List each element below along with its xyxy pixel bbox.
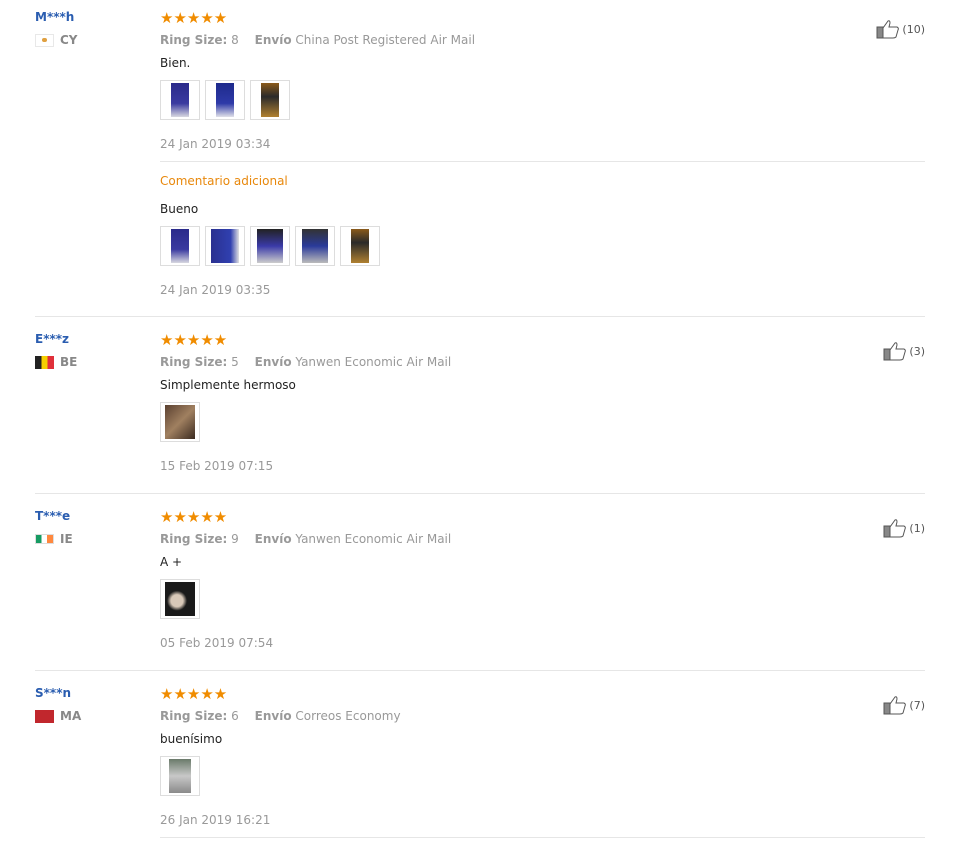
reviewer-info: S***n MA [35, 686, 155, 723]
reviewer-name: S***n [35, 686, 72, 700]
shipping-label: Envío [254, 709, 292, 723]
review-body: ★★★★★ Ring Size: 9 Envío Yanwen Economic… [160, 509, 925, 650]
review-body: ★★★★★ Ring Size: 6 Envío Correos Economy… [160, 686, 925, 838]
additional-comment-text: Bueno [160, 202, 199, 216]
reviewer-info: T***e IE [35, 509, 155, 546]
additional-images [160, 226, 925, 266]
review-image-thumb[interactable] [295, 226, 335, 266]
reviewer-country: MA [35, 709, 155, 723]
review-date: 05 Feb 2019 07:54 [160, 636, 274, 650]
helpful-count: (7) [909, 698, 925, 712]
ring-size-label: Ring Size: [160, 709, 228, 723]
star-rating: ★★★★★ [160, 508, 228, 526]
helpful-button[interactable]: (10) [876, 19, 925, 39]
thumbs-up-icon [883, 519, 907, 538]
review-separator [35, 316, 925, 317]
reviewer-info: E***z BE [35, 332, 155, 369]
reviewer-country: IE [35, 532, 155, 546]
additional-comment-label: Comentario adicional [160, 174, 288, 188]
review-body: ★★★★★ Ring Size: 5 Envío Yanwen Economic… [160, 332, 925, 473]
country-code: CY [60, 33, 78, 47]
ring-size-value: 8 [231, 33, 239, 47]
ring-size-label: Ring Size: [160, 355, 228, 369]
review-date: 15 Feb 2019 07:15 [160, 459, 274, 473]
review-meta: Ring Size: 9 Envío Yanwen Economic Air M… [160, 532, 925, 546]
review-image-thumb[interactable] [250, 80, 290, 120]
flag-icon [35, 33, 54, 47]
shipping-label: Envío [254, 355, 292, 369]
flag-icon [35, 534, 54, 544]
star-rating: ★★★★★ [160, 331, 228, 349]
thumbs-up-icon [883, 342, 907, 361]
divider [160, 161, 925, 162]
ring-size-value: 9 [231, 532, 239, 546]
review-text: Bien. [160, 56, 191, 70]
review-image-thumb[interactable] [160, 402, 200, 442]
review-image-thumb[interactable] [340, 226, 380, 266]
review-images [160, 402, 925, 442]
shipping-value: Yanwen Economic Air Mail [295, 355, 452, 369]
shipping-value: China Post Registered Air Mail [295, 33, 476, 47]
helpful-count: (1) [909, 521, 925, 535]
review-meta: Ring Size: 6 Envío Correos Economy [160, 709, 925, 723]
shipping-label: Envío [254, 33, 292, 47]
review-date: 24 Jan 2019 03:34 [160, 137, 271, 151]
shipping-value: Yanwen Economic Air Mail [295, 532, 452, 546]
reviewer-name: M***h [35, 10, 75, 24]
shipping-label: Envío [254, 532, 292, 546]
country-code: BE [60, 355, 78, 369]
helpful-count: (10) [902, 22, 925, 36]
review-text: A + [160, 555, 183, 569]
country-code: IE [60, 532, 73, 546]
helpful-button[interactable]: (1) [883, 518, 925, 538]
shipping-value: Correos Economy [295, 709, 401, 723]
review-date: 24 Jan 2019 03:35 [160, 283, 271, 297]
thumbs-up-icon [883, 696, 907, 715]
reviewer-country: CY [35, 33, 155, 47]
review-images [160, 579, 925, 619]
review-image-thumb[interactable] [160, 226, 200, 266]
review-text: Simplemente hermoso [160, 378, 296, 392]
review-image-thumb[interactable] [250, 226, 290, 266]
reviewer-country: BE [35, 355, 155, 369]
divider [160, 837, 925, 838]
review-text: buenísimo [160, 732, 223, 746]
helpful-button[interactable]: (7) [883, 695, 925, 715]
star-rating: ★★★★★ [160, 9, 228, 27]
review-meta: Ring Size: 8 Envío China Post Registered… [160, 33, 925, 47]
thumbs-up-icon [876, 20, 900, 39]
review-separator [35, 670, 925, 671]
ring-size-value: 6 [231, 709, 239, 723]
star-rating: ★★★★★ [160, 685, 228, 703]
reviewer-name: T***e [35, 509, 71, 523]
flag-icon [35, 709, 54, 723]
flag-icon [35, 355, 54, 369]
review-image-thumb[interactable] [205, 226, 245, 266]
review-image-thumb[interactable] [160, 756, 200, 796]
review-image-thumb[interactable] [160, 579, 200, 619]
reviewer-info: M***h CY [35, 10, 155, 47]
review-meta: Ring Size: 5 Envío Yanwen Economic Air M… [160, 355, 925, 369]
review-image-thumb[interactable] [205, 80, 245, 120]
ring-size-label: Ring Size: [160, 532, 228, 546]
ring-size-value: 5 [231, 355, 239, 369]
reviewer-name: E***z [35, 332, 70, 346]
review-images [160, 756, 925, 796]
helpful-button[interactable]: (3) [883, 341, 925, 361]
review-date: 26 Jan 2019 16:21 [160, 813, 271, 827]
review-image-thumb[interactable] [160, 80, 200, 120]
ring-size-label: Ring Size: [160, 33, 228, 47]
review-body: ★★★★★ Ring Size: 8 Envío China Post Regi… [160, 10, 925, 297]
country-code: MA [60, 709, 82, 723]
helpful-count: (3) [909, 344, 925, 358]
review-images [160, 80, 925, 120]
review-separator [35, 493, 925, 494]
